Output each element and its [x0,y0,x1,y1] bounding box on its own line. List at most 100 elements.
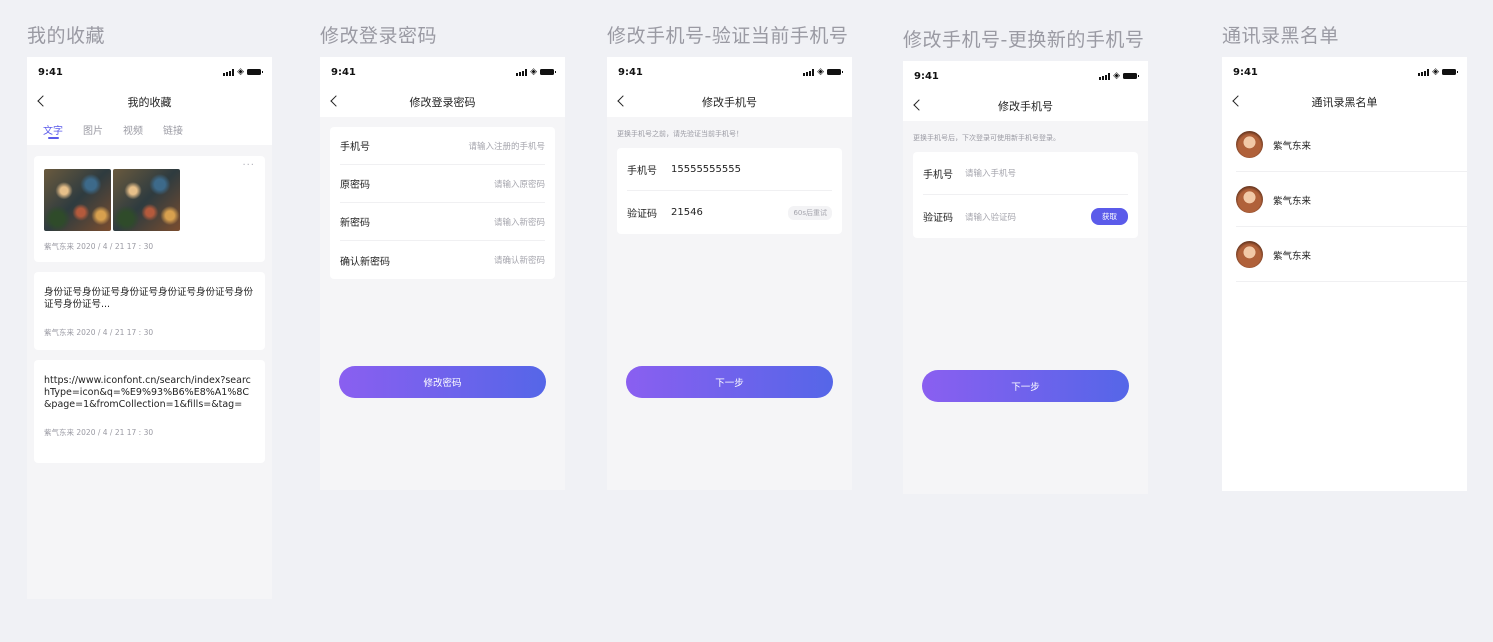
screen-new-phone: 9:41 ◈ 修改手机号 更换手机号后，下次登录可使用新手机号登录。 手机号 请输… [903,61,1148,494]
screen-blacklist: 9:41 ◈ 通讯录黑名单 紫气东来 紫气东来 紫气东来 [1222,57,1467,491]
phone-value[interactable]: 15555555555 [671,164,741,175]
status-time: 9:41 [331,66,356,78]
tab-images[interactable]: 图片 [83,117,103,145]
next-button[interactable]: 下一步 [922,370,1129,402]
battery-icon [1123,73,1139,79]
nav-bar: 修改手机号 [903,91,1148,121]
signal-icon [223,68,235,76]
nav-title: 修改手机号 [702,96,757,109]
signal-icon [1099,72,1111,80]
nav-title: 通讯录黑名单 [1311,96,1378,109]
board-title-verify-phone: 修改手机号-验证当前手机号 [607,25,849,47]
confirm-password-input[interactable]: 请确认新密码 [494,254,545,266]
code-input[interactable]: 请输入验证码 [965,211,1016,223]
tab-text[interactable]: 文字 [43,117,63,145]
battery-icon [540,69,556,75]
nav-title: 修改手机号 [998,100,1053,113]
field-label: 验证码 [923,213,953,224]
old-password-input[interactable]: 请输入原密码 [494,178,545,190]
screen-favorites: 9:41 ◈ 我的收藏 文字 图片 视频 链接 ··· 紫气东来 2020 / … [27,57,272,599]
password-form: 手机号 请输入注册的手机号 原密码 请输入原密码 新密码 请输入新密码 确认新密码 请确… [330,127,555,279]
old-password-field[interactable]: 原密码 请输入原密码 [340,165,545,203]
confirm-password-field[interactable]: 确认新密码 请确认新密码 [340,241,545,279]
battery-icon [827,69,843,75]
favorite-meta: 紫气东来 2020 / 4 / 21 17 : 30 [44,428,154,437]
field-label: 手机号 [627,165,657,177]
field-label: 原密码 [340,180,370,191]
contact-name: 紫气东来 [1273,140,1312,152]
board-title-blacklist: 通讯录黑名单 [1222,25,1340,47]
hint-text: 更换手机号后，下次登录可使用新手机号登录。 [913,134,1060,142]
board-title-favorites: 我的收藏 [27,25,106,47]
battery-icon [247,69,263,75]
status-bar: 9:41 ◈ [607,57,852,87]
field-label: 验证码 [627,209,657,220]
status-time: 9:41 [1233,66,1258,78]
code-field[interactable]: 验证码 请输入验证码 获取 [923,195,1128,238]
tab-links[interactable]: 链接 [163,117,183,145]
contact-item[interactable]: 紫气东来 [1222,227,1467,282]
field-label: 手机号 [340,142,370,153]
nav-bar: 通讯录黑名单 [1222,87,1467,117]
phone-field[interactable]: 手机号 请输入注册的手机号 [340,127,545,165]
nav-title: 我的收藏 [127,96,172,109]
tab-videos[interactable]: 视频 [123,117,143,145]
get-code-button[interactable]: 获取 [1091,208,1128,225]
new-phone-form: 手机号 请输入手机号 验证码 请输入验证码 获取 [913,152,1138,238]
board-title-change-password: 修改登录密码 [320,25,438,47]
favorite-image-thumbnail[interactable] [113,169,180,231]
board-title-new-phone: 修改手机号-更换新的手机号 [903,29,1145,51]
change-password-button[interactable]: 修改密码 [339,366,546,398]
status-time: 9:41 [914,70,939,82]
screen-verify-phone: 9:41 ◈ 修改手机号 更换手机号之前，请先验证当前手机号！ 手机号 15555… [607,57,852,490]
avatar [1236,241,1263,268]
favorite-image-thumbnail[interactable] [44,169,111,231]
wifi-icon: ◈ [1432,66,1439,77]
signal-icon [803,68,815,76]
phone-input[interactable]: 请输入手机号 [965,167,1016,179]
back-icon[interactable] [913,99,925,111]
wifi-icon: ◈ [817,66,824,77]
back-icon[interactable] [330,95,342,107]
contact-name: 紫气东来 [1273,250,1312,262]
favorite-meta: 紫气东来 2020 / 4 / 21 17 : 30 [44,328,154,337]
contact-item[interactable]: 紫气东来 [1222,172,1467,227]
contact-name: 紫气东来 [1273,195,1312,207]
back-icon[interactable] [617,95,629,107]
signal-icon [1418,68,1430,76]
favorite-card-link[interactable]: https://www.iconfont.cn/search/index?sea… [34,360,265,463]
field-label: 确认新密码 [340,256,390,268]
status-bar: 9:41 ◈ [27,57,272,87]
contact-item[interactable]: 紫气东来 [1222,117,1467,172]
favorite-card-text[interactable]: 身份证号身份证号身份证号身份证号身份证号身份证号身份证号... 紫气东来 202… [34,272,265,350]
status-bar: 9:41 ◈ [903,61,1148,91]
signal-icon [516,68,528,76]
new-password-field[interactable]: 新密码 请输入新密码 [340,203,545,241]
status-time: 9:41 [38,66,63,78]
favorites-tabs: 文字 图片 视频 链接 [27,117,272,145]
phone-field[interactable]: 手机号 15555555555 [627,148,832,191]
status-time: 9:41 [618,66,643,78]
screen-change-password: 9:41 ◈ 修改登录密码 手机号 请输入注册的手机号 原密码 请输入原密码 新密码… [320,57,565,490]
field-label: 新密码 [340,218,370,229]
phone-input[interactable]: 请输入注册的手机号 [468,140,545,152]
verify-form: 手机号 15555555555 验证码 21546 60s后重试 [617,148,842,234]
avatar [1236,186,1263,213]
more-icon[interactable]: ··· [242,160,255,171]
code-value[interactable]: 21546 [671,207,703,218]
next-button[interactable]: 下一步 [626,366,833,398]
status-bar: 9:41 ◈ [1222,57,1467,87]
hint-text: 更换手机号之前，请先验证当前手机号！ [617,130,743,138]
favorite-meta: 紫气东来 2020 / 4 / 21 17 : 30 [44,242,154,251]
back-icon[interactable] [1232,95,1244,107]
countdown-badge: 60s后重试 [788,205,832,220]
nav-bar: 修改手机号 [607,87,852,117]
new-password-input[interactable]: 请输入新密码 [494,216,545,228]
code-field[interactable]: 验证码 21546 60s后重试 [627,191,832,234]
back-icon[interactable] [37,95,49,107]
favorite-link: https://www.iconfont.cn/search/index?sea… [44,375,251,410]
nav-bar: 我的收藏 [27,87,272,117]
wifi-icon: ◈ [1113,70,1120,81]
phone-field[interactable]: 手机号 请输入手机号 [923,152,1128,195]
favorite-card-images[interactable]: ··· 紫气东来 2020 / 4 / 21 17 : 30 [34,156,265,262]
